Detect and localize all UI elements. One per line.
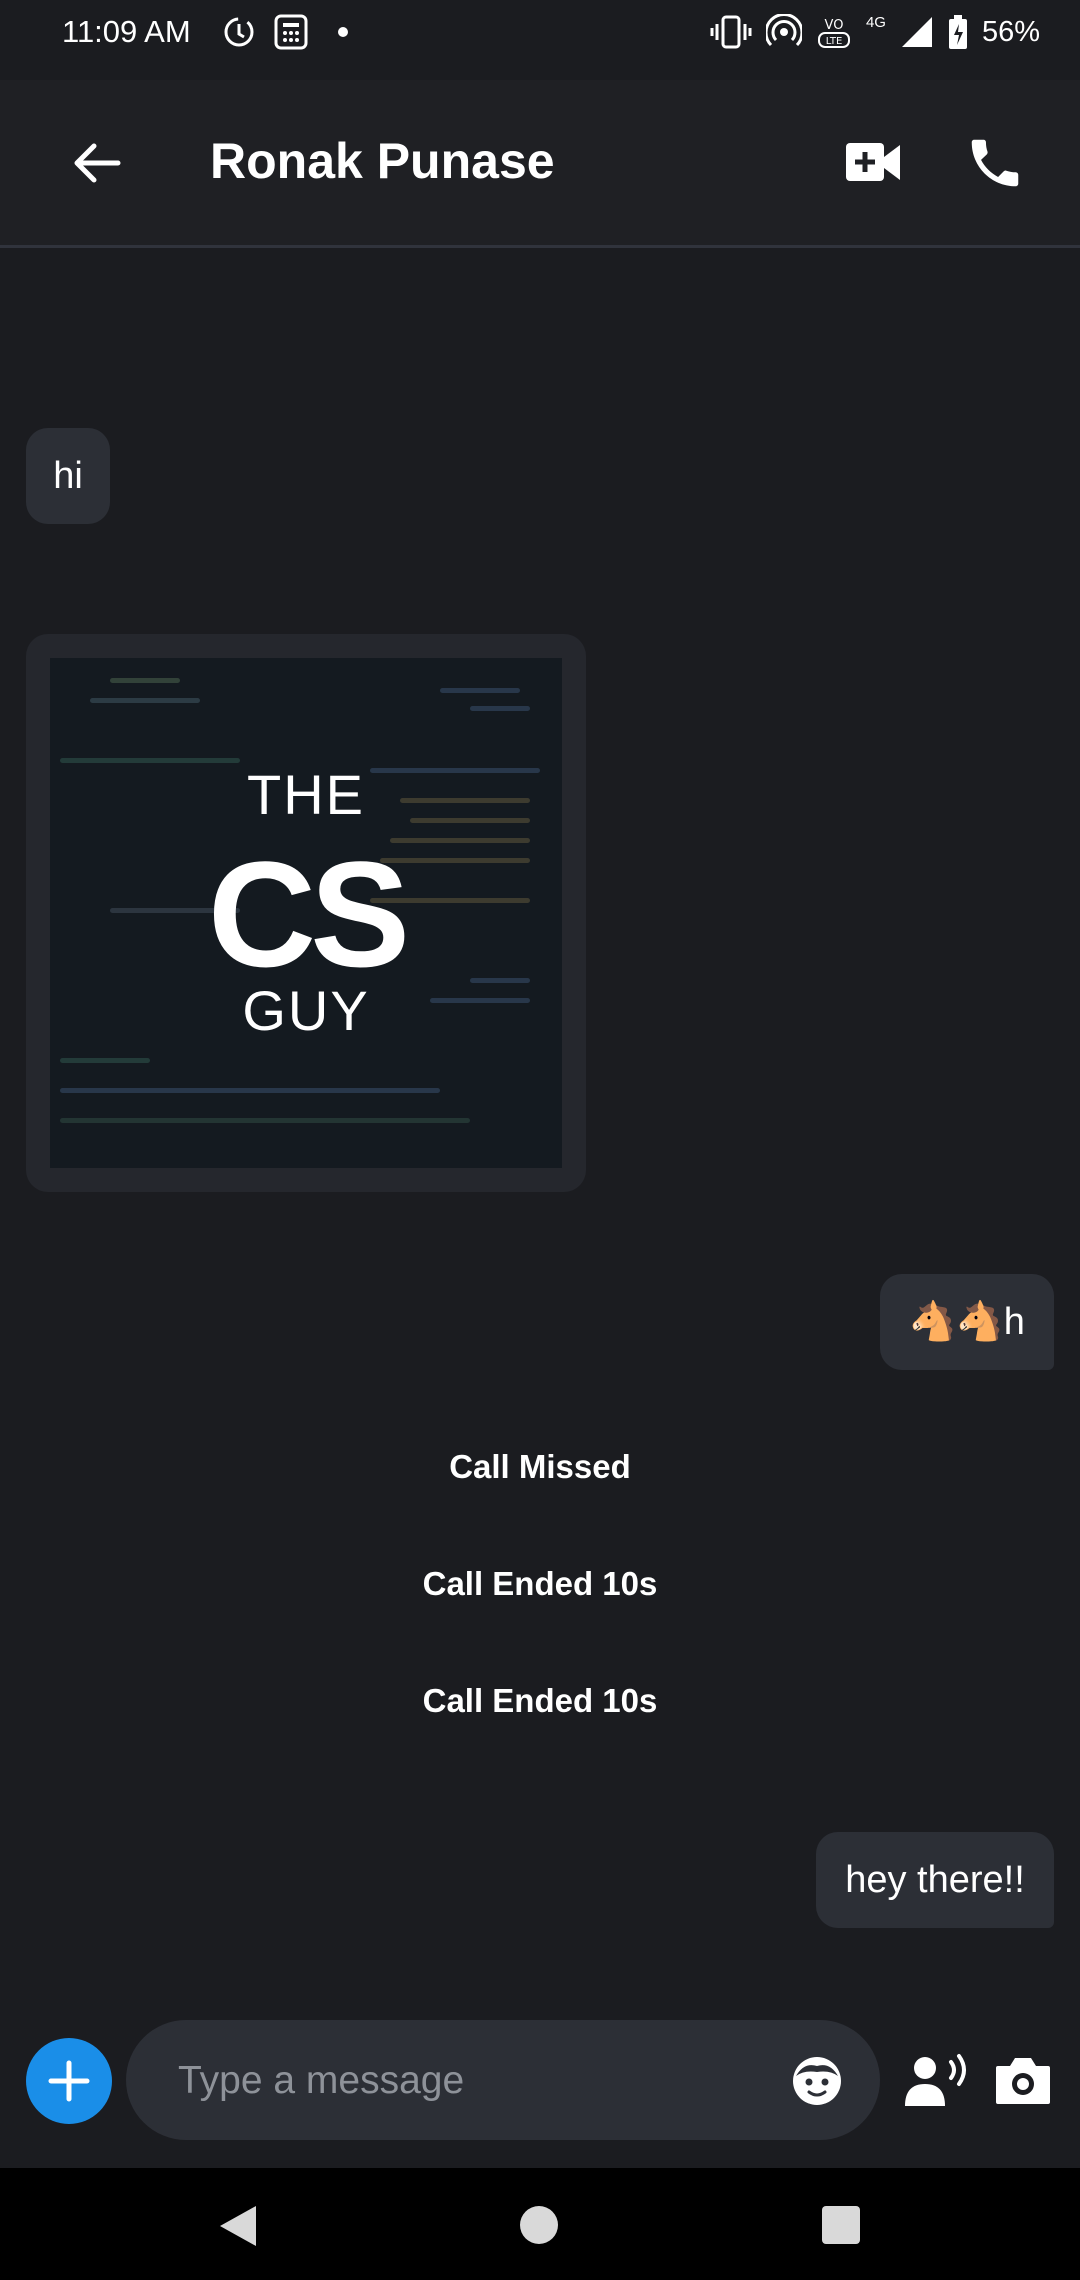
emoji-icon bbox=[793, 2057, 841, 2105]
outgoing-message[interactable]: hey there!! bbox=[816, 1832, 1054, 1928]
volte-icon: VO LTE bbox=[817, 18, 850, 48]
camera-icon bbox=[996, 2058, 1050, 2104]
camera-button[interactable] bbox=[994, 2054, 1052, 2106]
shared-image[interactable]: THE CS GUY bbox=[50, 658, 562, 1168]
chat-header: Ronak Punase bbox=[0, 80, 1080, 248]
calculator-icon bbox=[274, 14, 308, 50]
video-call-icon bbox=[846, 143, 900, 181]
nav-recents-icon[interactable] bbox=[822, 2206, 860, 2244]
outgoing-message[interactable]: 🐴🐴h bbox=[880, 1274, 1054, 1370]
battery-percent: 56% bbox=[981, 15, 1040, 48]
back-arrow-icon bbox=[74, 143, 121, 183]
nav-home-icon[interactable] bbox=[520, 2206, 558, 2244]
emoji-button[interactable] bbox=[790, 2054, 844, 2108]
plus-icon bbox=[48, 2060, 90, 2102]
hotspot-icon bbox=[765, 14, 802, 47]
phone-call-icon bbox=[971, 139, 1019, 187]
logo-text-cs: CS bbox=[207, 830, 410, 998]
vibrate-icon bbox=[710, 15, 752, 49]
voice-icon bbox=[905, 2054, 966, 2106]
phone-call-button[interactable] bbox=[964, 132, 1026, 194]
dot-icon bbox=[338, 27, 348, 37]
message-input-container bbox=[126, 2020, 880, 2142]
contact-name[interactable]: Ronak Punase bbox=[210, 132, 555, 190]
svg-text:VO: VO bbox=[824, 18, 843, 33]
call-event: Call Ended 10s bbox=[422, 1565, 658, 1602]
back-button[interactable] bbox=[66, 132, 128, 194]
logo-text-the: THE bbox=[247, 763, 365, 826]
call-event: Call Missed bbox=[449, 1448, 631, 1485]
system-nav-bar bbox=[0, 2168, 1080, 2280]
call-event: Call Ended 10s bbox=[422, 1682, 658, 1719]
add-attachment-button[interactable] bbox=[26, 2038, 112, 2124]
svg-text:LTE: LTE bbox=[826, 36, 843, 47]
incoming-image-message[interactable]: THE CS GUY bbox=[26, 634, 586, 1192]
status-time: 11:09 AM bbox=[62, 14, 191, 49]
sync-icon bbox=[224, 17, 254, 47]
status-bar: 11:09 AM VO LTE 4G 56% bbox=[0, 0, 1080, 80]
incoming-message[interactable]: hi bbox=[26, 428, 110, 524]
network-type: 4G bbox=[865, 14, 886, 31]
signal-icon bbox=[901, 17, 932, 47]
logo-text-guy: GUY bbox=[242, 979, 370, 1042]
message-input[interactable] bbox=[176, 2020, 740, 2142]
voice-message-button[interactable] bbox=[905, 2052, 971, 2108]
video-call-button[interactable] bbox=[842, 135, 904, 190]
battery-icon bbox=[948, 15, 967, 49]
nav-back-icon[interactable] bbox=[218, 2204, 258, 2248]
